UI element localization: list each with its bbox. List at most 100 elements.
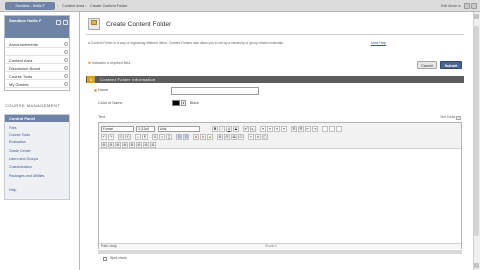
text-color-icon[interactable] [322,126,328,132]
superscript-button[interactable]: x² [243,126,249,132]
pdf-icon[interactable]: A [193,134,199,140]
control-panel-item-grade-center[interactable]: Grade Center [9,149,31,154]
align-left-button[interactable]: ≡ [260,126,266,132]
font-size-select[interactable]: 3 (12pt) [136,126,155,132]
breadcrumb-item-current: Create Content Folder [90,4,128,8]
text-color-a-icon[interactable]: A [200,134,206,140]
emoticon-icon[interactable]: ☺ [159,134,165,140]
menu-item-content-area[interactable]: Content Area [6,57,68,64]
table-column-icon[interactable]: ⊠ [231,134,237,140]
control-panel-item-packages[interactable]: Packages and Utilities [9,174,49,178]
paste-button[interactable]: ⎗ [125,134,131,140]
justify-button[interactable]: ≡ [281,126,287,132]
undo-button[interactable]: ↶ [101,134,107,140]
cancel-button[interactable]: Cancel [417,61,437,69]
name-label: Name [98,88,109,92]
control-panel-item-course-tools[interactable]: Course Tools [9,133,30,138]
unlink-icon[interactable]: ⛓ [183,134,189,140]
spell-check-checkbox[interactable] [103,257,107,261]
control-panel-item-files[interactable]: Files [9,126,17,131]
preview-icon[interactable]: ◫ [262,134,268,140]
table-tool-icon[interactable]: ⊞ [108,142,114,148]
menu-item-options-icon[interactable] [64,74,68,78]
refresh-icon[interactable] [56,20,61,25]
table-tool-icon[interactable]: ⊞ [150,142,156,148]
control-panel-item-help[interactable]: Help [9,188,16,193]
color-of-name-label: Color of Name [98,101,123,105]
breadcrumb-separator: › [57,3,59,8]
font-family-select[interactable]: Arial [158,126,200,132]
chevron-down-icon[interactable]: ▾ [181,100,186,106]
edit-mode-toggle-icon[interactable] [464,3,470,9]
menu-item-options-icon[interactable] [64,42,68,46]
paragraph-icon[interactable]: ¶ [142,134,148,140]
table-insert-icon[interactable]: ⊞ [217,134,223,140]
table-tool-icon[interactable]: ⊞ [101,142,107,148]
control-panel-header[interactable]: Control Panel [5,115,69,122]
scroll-down-icon[interactable] [474,263,479,268]
menu-item-options-icon[interactable] [64,58,68,62]
text-editor-toggle[interactable] [456,116,461,120]
format-select[interactable]: Format [101,126,134,132]
css-icon[interactable]: # [255,134,261,140]
breadcrumb-item-content-area[interactable]: Content Area [62,2,84,10]
breadcrumb-course[interactable]: Sandbox - Hollis F [5,2,55,10]
menu-item-my-grades[interactable]: My Grades [6,81,68,88]
folder-view-icon[interactable] [63,20,68,25]
control-panel-item-customization[interactable]: Customization [9,165,32,170]
redo-button[interactable]: ↷ [108,134,114,140]
editor-resize-handle[interactable] [98,250,462,254]
menu-item-options-icon[interactable] [64,50,68,54]
menu-item-blank[interactable] [6,49,68,56]
clear-format-icon[interactable] [336,126,342,132]
align-right-button[interactable]: ≡ [274,126,280,132]
word-count: Words:0 [265,244,277,248]
align-center-button[interactable]: ≡ [267,126,273,132]
html-code-icon[interactable]: ‹› [248,134,254,140]
scrollbar-thumb[interactable] [474,26,479,236]
control-panel-item-users-groups[interactable]: Users and Groups [9,157,38,162]
folder-icon [91,20,97,25]
outdent-button[interactable]: ⇤ [305,126,311,132]
section-title: Content Folder Information [100,77,156,82]
link-icon[interactable]: ⛓ [176,134,182,140]
table-tool-icon[interactable]: ⊞ [122,142,128,148]
control-panel-item-evaluation[interactable]: Evaluation [9,140,26,145]
table-tool-icon[interactable]: ⊞ [115,142,121,148]
bold-button[interactable]: B [212,126,218,132]
name-input[interactable] [171,87,259,95]
submit-button[interactable]: Submit [440,61,462,69]
table-merge-icon[interactable]: ⊡ [238,134,244,140]
menu-item-announcements[interactable]: Announcements [6,41,68,48]
required-star-icon: ✱ [94,89,98,93]
math-editor-icon[interactable]: ∑ [166,134,172,140]
page-instructions: A Content Folder is a way of organizing … [88,41,284,45]
strikethrough-button[interactable]: S [233,126,239,132]
editor-path: Path: body [101,244,117,248]
table-row-icon[interactable]: ⊟ [224,134,230,140]
help-icon[interactable] [471,3,477,9]
bulleted-list-button[interactable]: ☰ [298,126,304,132]
menu-item-discussion-board[interactable]: Discussion Board [6,65,68,72]
italic-button[interactable]: I [219,126,225,132]
underline-button[interactable]: U [226,126,232,132]
more-help-link[interactable]: More Help [371,41,386,45]
menu-item-options-icon[interactable] [64,66,68,70]
highlight-color-icon[interactable] [329,126,335,132]
indent-button[interactable]: ⇥ [312,126,318,132]
table-tool-icon[interactable]: ⊞ [143,142,149,148]
menu-item-options-icon[interactable] [64,82,68,86]
scroll-up-icon[interactable] [474,14,479,19]
table-tool-icon[interactable]: ⊞ [136,142,142,148]
media-icon[interactable]: ▲ [207,134,213,140]
menu-item-course-tools[interactable]: Course Tools [6,73,68,80]
color-swatch[interactable] [172,100,180,106]
table-tool-icon[interactable]: ⊞ [129,142,135,148]
numbered-list-button[interactable]: ☰ [291,126,297,132]
edit-mode-label: Edit Mode is [441,4,461,8]
subscript-button[interactable]: x₂ [250,126,256,132]
copy-button[interactable]: ⎘ [118,134,124,140]
special-character-icon[interactable]: Ω [152,134,158,140]
course-title[interactable]: Sandbox Hollis F [9,18,54,23]
find-icon[interactable]: ⌕ [135,134,141,140]
